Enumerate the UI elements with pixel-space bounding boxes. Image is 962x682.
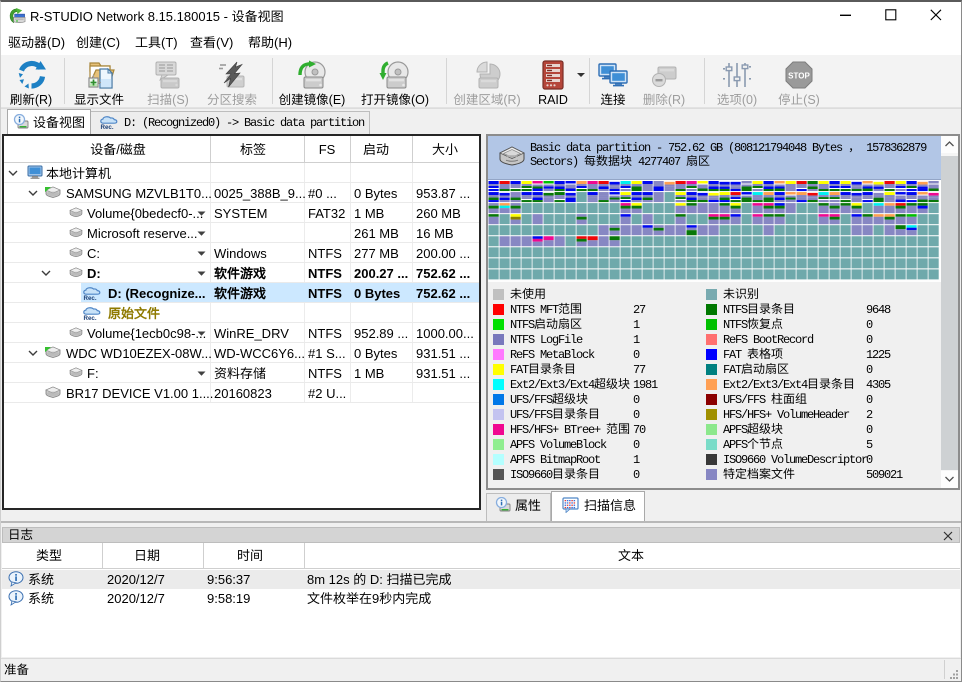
svg-text:STOP: STOP — [788, 72, 810, 81]
svg-text:Rec.: Rec. — [101, 124, 114, 130]
svg-text:Rec.: Rec. — [84, 315, 97, 321]
svg-text:Rec.: Rec. — [84, 295, 97, 301]
